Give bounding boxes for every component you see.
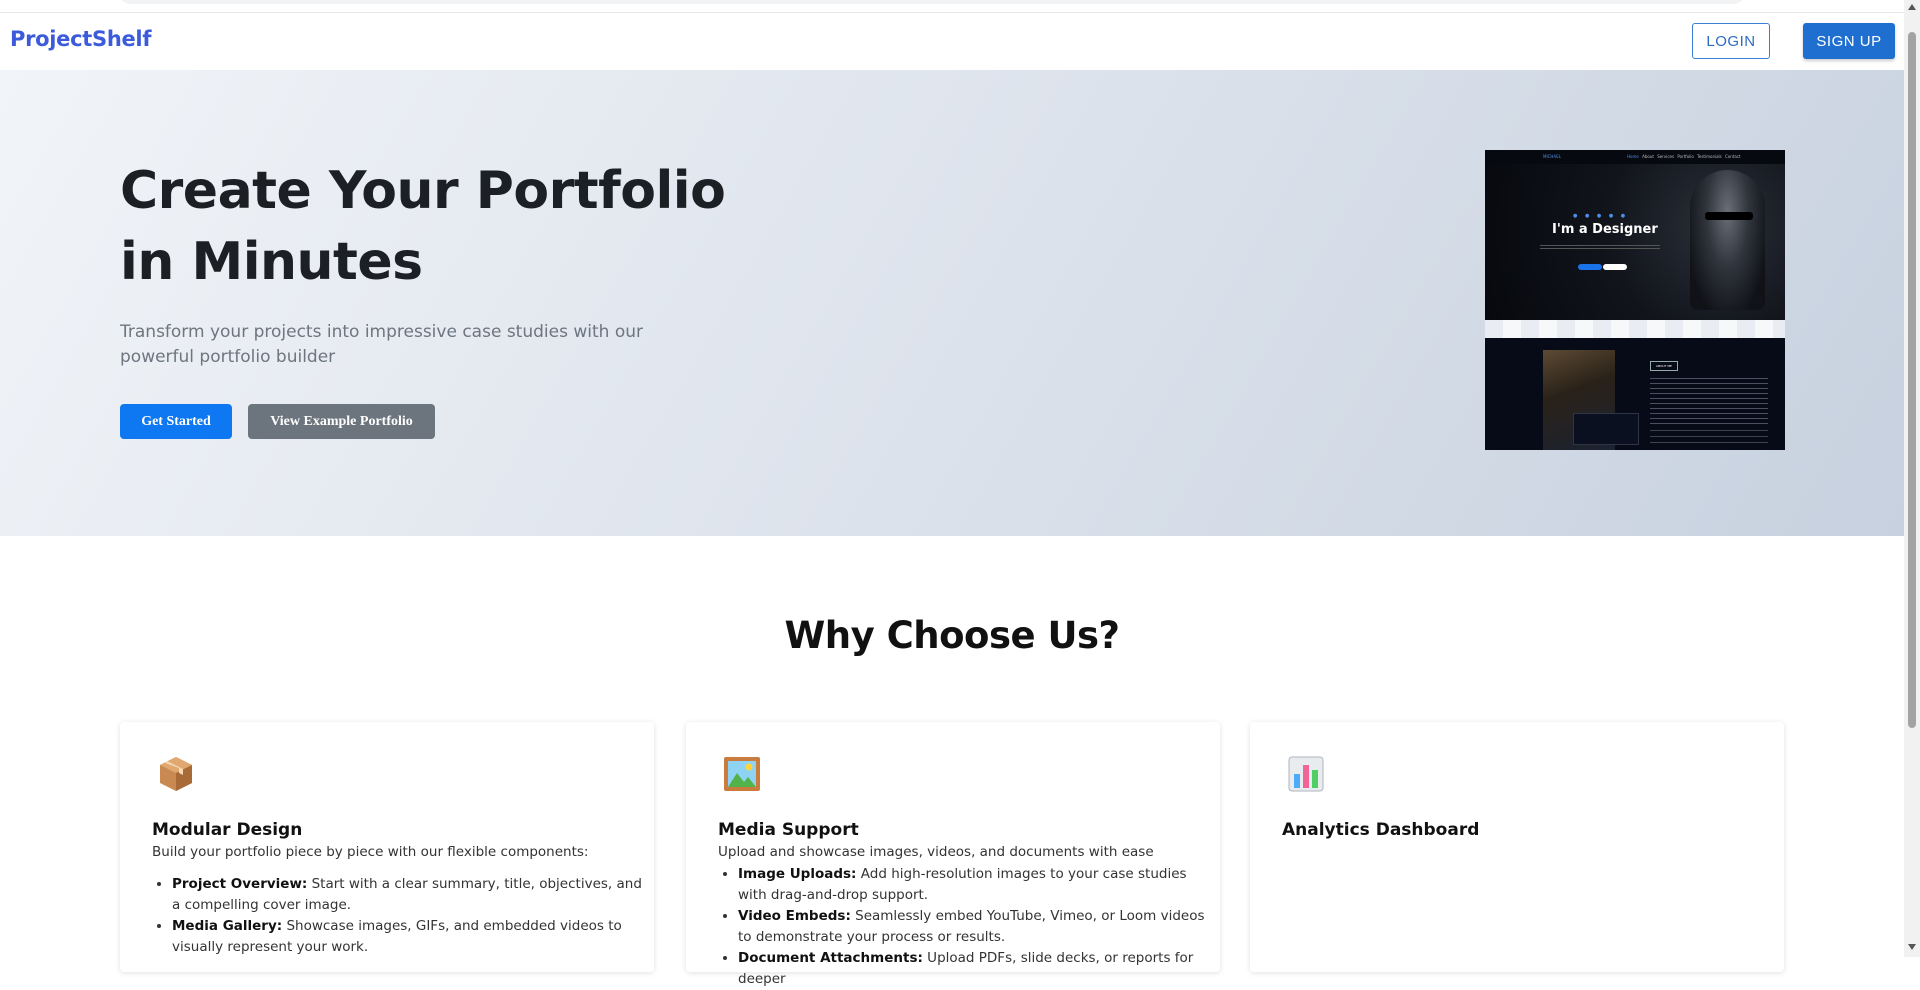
preview-skills-card [1573, 413, 1639, 445]
preview-heading: I'm a Designer [1552, 222, 1658, 237]
feature-card-media-support: Media Support Upload and showcase images… [686, 722, 1220, 987]
view-example-portfolio-button[interactable]: View Example Portfolio [248, 404, 435, 439]
scroll-down-arrow-icon[interactable] [1908, 944, 1916, 950]
page-scrollbar[interactable] [1904, 0, 1920, 957]
hero-subtitle: Transform your projects into impressive … [120, 322, 643, 367]
signup-button[interactable]: SIGN UP [1803, 23, 1895, 59]
feature-card-modular-design: Modular Design Build your portfolio piec… [120, 722, 654, 972]
list-item: Document Attachments: Upload PDFs, slide… [738, 948, 1208, 990]
feature-card-analytics-dashboard: Analytics Dashboard [1250, 722, 1784, 972]
preview-portrait [1690, 170, 1765, 310]
card-title: Modular Design [152, 820, 303, 840]
card-description: Upload and showcase images, videos, and … [718, 844, 1154, 860]
hero-title: Create Your Portfolio in Minutes [120, 161, 726, 292]
preview-navbar: MICHAEL Home About Services Portfolio Te… [1485, 150, 1785, 164]
hero-section: Create Your Portfolio in Minutes Transfo… [0, 70, 1904, 536]
address-bar-edge [120, 0, 1744, 4]
preview-logo: MICHAEL [1543, 154, 1561, 159]
browser-top-strip [0, 0, 1904, 13]
list-item: Media Gallery: Showcase images, GIFs, an… [172, 916, 642, 958]
bar-chart-icon [1288, 756, 1324, 792]
list-item: Video Embeds: Seamlessly embed YouTube, … [738, 906, 1208, 948]
preview-contact-info [1650, 430, 1768, 446]
scroll-up-arrow-icon[interactable] [1908, 4, 1916, 10]
preview-menu: Home About Services Portfolio Testimonia… [1627, 154, 1741, 159]
get-started-button[interactable]: Get Started [120, 404, 232, 439]
preview-about-text [1650, 378, 1768, 428]
portfolio-preview-image: MICHAEL Home About Services Portfolio Te… [1485, 150, 1785, 450]
why-choose-us-title: Why Choose Us? [784, 614, 1120, 657]
card-description: Build your portfolio piece by piece with… [152, 844, 589, 860]
scrollbar-thumb[interactable] [1908, 32, 1916, 728]
package-icon [160, 757, 192, 791]
list-item: Image Uploads: Add high-resolution image… [738, 864, 1208, 906]
preview-button-primary [1578, 264, 1602, 270]
framed-picture-icon [724, 757, 760, 791]
preview-button-secondary [1603, 264, 1627, 270]
navbar: ProjectShelf LOGIN SIGN UP [0, 13, 1904, 69]
preview-text-lines [1540, 245, 1660, 249]
preview-social-icons: ● ● ● ● ● [1573, 213, 1629, 219]
preview-sunglasses [1705, 212, 1753, 220]
login-button[interactable]: LOGIN [1692, 23, 1770, 59]
brand-logo[interactable]: ProjectShelf [10, 27, 151, 51]
card-title: Analytics Dashboard [1282, 820, 1480, 840]
preview-about-label: ABOUT ME [1650, 361, 1678, 371]
list-item: Project Overview: Start with a clear sum… [172, 874, 642, 916]
preview-logo-strip [1485, 320, 1785, 338]
card-title: Media Support [718, 820, 859, 840]
card-feature-list: Image Uploads: Add high-resolution image… [718, 864, 1208, 990]
card-feature-list: Project Overview: Start with a clear sum… [152, 874, 642, 958]
